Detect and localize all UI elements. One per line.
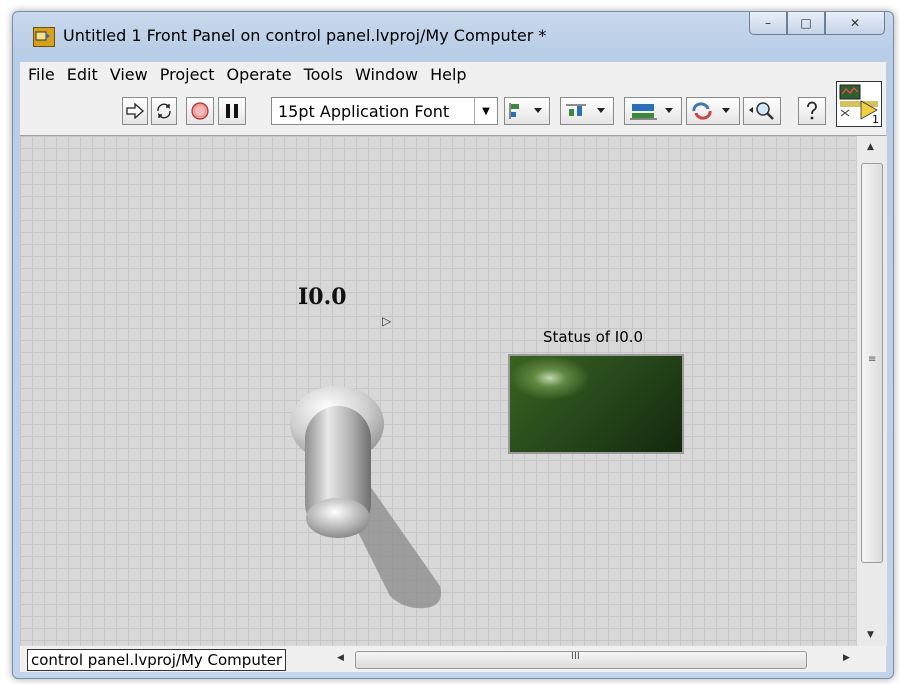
menu-tools[interactable]: Tools [304,65,343,84]
scroll-up-icon[interactable]: ▲ [867,142,874,152]
menu-bar: File Edit View Project Operate Tools Win… [20,62,886,87]
horizontal-scroll-thumb[interactable]: III [355,651,807,669]
align-objects-icon [509,103,542,119]
pointer-cursor-icon: ▷ [382,314,392,328]
distribute-objects-button[interactable] [560,97,614,125]
menu-help[interactable]: Help [430,65,466,84]
toggle-switch[interactable] [275,376,445,616]
menu-view[interactable]: View [110,65,148,84]
status-led-indicator[interactable] [508,354,684,454]
vertical-scroll-thumb[interactable]: ≡ [861,163,883,563]
font-select-value: 15pt Application Font [278,101,450,121]
pause-icon [226,104,238,118]
scroll-right-icon[interactable]: ▶ [843,653,850,663]
scroll-left-icon[interactable]: ◀ [337,653,344,663]
menu-window[interactable]: Window [355,65,418,84]
title-bar: Untitled 1 Front Panel on control panel.… [13,12,893,56]
menu-edit[interactable]: Edit [67,65,98,84]
caption-buttons: – □ ✕ [749,12,885,35]
pause-button[interactable] [218,97,246,125]
project-context[interactable]: control panel.lvproj/My Computer [27,649,287,671]
menu-operate[interactable]: Operate [226,65,291,84]
font-select[interactable]: 15pt Application Font ▼ [271,97,498,125]
distribute-objects-icon [566,104,605,116]
reorder-icon [692,102,730,120]
vi-connector-badge: 1 [872,113,879,126]
vertical-scrollbar[interactable]: ▲ ≡ ▼ [856,136,887,646]
stop-icon [191,102,209,120]
vscroll-grip: ≡ [868,354,877,365]
abort-button[interactable] [186,97,214,125]
status-bar: control panel.lvproj/My Computer ◀ III ▶ [20,646,886,672]
scroll-down-icon[interactable]: ▼ [867,630,874,640]
context-help-button[interactable] [798,97,826,125]
vi-icon[interactable]: 1 [836,81,882,127]
run-arrow-button[interactable] [122,97,148,125]
labview-window: Untitled 1 Front Panel on control panel.… [12,11,894,679]
run-continuously-button[interactable] [151,97,177,125]
menu-project[interactable]: Project [160,65,215,84]
resize-objects-button[interactable] [624,97,682,125]
toolbar: 15pt Application Font ▼ 1 [20,81,886,136]
resize-objects-icon [630,104,673,120]
window-title: Untitled 1 Front Panel on control panel.… [63,26,547,45]
toggle-label[interactable]: I0.0 [298,284,347,310]
led-label[interactable]: Status of I0.0 [543,328,643,346]
reorder-button[interactable] [686,97,740,125]
front-panel-canvas[interactable]: I0.0 ▷ Status of I0.0 [20,136,856,646]
menu-file[interactable]: File [28,65,55,84]
minimize-button[interactable]: – [749,12,787,35]
magnifier-icon [749,102,774,120]
labview-app-icon[interactable] [33,27,55,47]
hscroll-grip: III [571,651,580,662]
close-button[interactable]: ✕ [825,12,885,35]
help-icon [807,101,817,120]
run-arrow-icon [126,103,144,119]
horizontal-scrollbar[interactable]: ◀ III ▶ [333,650,856,669]
maximize-button[interactable]: □ [787,12,825,35]
zoom-button[interactable] [743,97,781,125]
align-objects-button[interactable] [504,97,550,125]
run-continuously-icon [157,103,171,119]
chevron-down-icon[interactable]: ▼ [474,98,497,124]
